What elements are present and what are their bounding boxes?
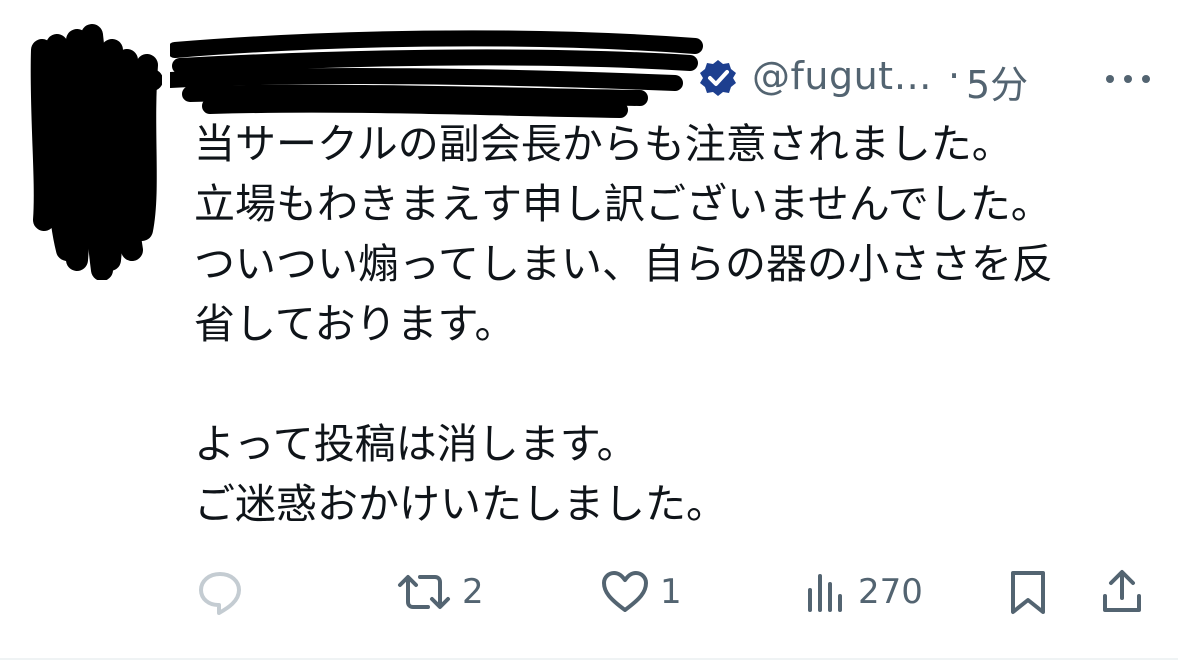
tweet-line: 省しております。 [194,300,516,348]
avatar[interactable] [22,20,163,281]
user-handle[interactable]: @fugut… [752,54,932,98]
redaction-scribble-name [170,30,703,118]
views-count: 270 [858,572,923,612]
views-icon [808,574,842,612]
retweet-button[interactable]: 2 [396,560,484,624]
share-icon [1103,570,1141,612]
share-button[interactable] [1100,560,1144,624]
like-button[interactable]: 1 [600,560,682,624]
verified-badge-icon [700,60,736,96]
bookmark-icon [1011,571,1045,614]
tweet-line: よって投稿は消します。 [194,420,638,468]
tweet-header: @fugut… · 5分 [170,30,1160,118]
tweet-actions: 2 1 270 [0,560,1178,624]
tweet-text: 当サークルの副会長からも注意されました。 立場もわきまえす申し訳ございませんでし… [194,114,1154,534]
redaction-scribble-avatar [30,24,163,281]
separator-dot: · [948,54,961,98]
tweet-line: ついつい煽ってしまい、自らの器の小ささを反 [194,240,1053,288]
bookmark-button[interactable] [1008,560,1048,624]
timestamp[interactable]: 5分 [966,54,1028,109]
tweet-line: ご迷惑おかけいたしました。 [194,480,727,528]
tweet: @fugut… · 5分 当サークルの副会長からも注意されました。 立場もわきま… [0,0,1178,663]
divider [0,658,1178,660]
retweet-count: 2 [462,572,484,612]
heart-icon [602,571,648,612]
reply-button[interactable] [196,560,244,624]
tweet-line: 当サークルの副会長からも注意されました。 [194,120,1013,168]
reply-icon [199,572,241,615]
more-options-icon[interactable] [1102,62,1154,96]
like-count: 1 [660,572,682,612]
retweet-icon [398,575,450,609]
tweet-line-blank [194,354,1154,414]
views-button[interactable]: 270 [804,560,923,624]
tweet-line: 立場もわきまえす申し訳ございませんでした。 [194,180,1052,228]
